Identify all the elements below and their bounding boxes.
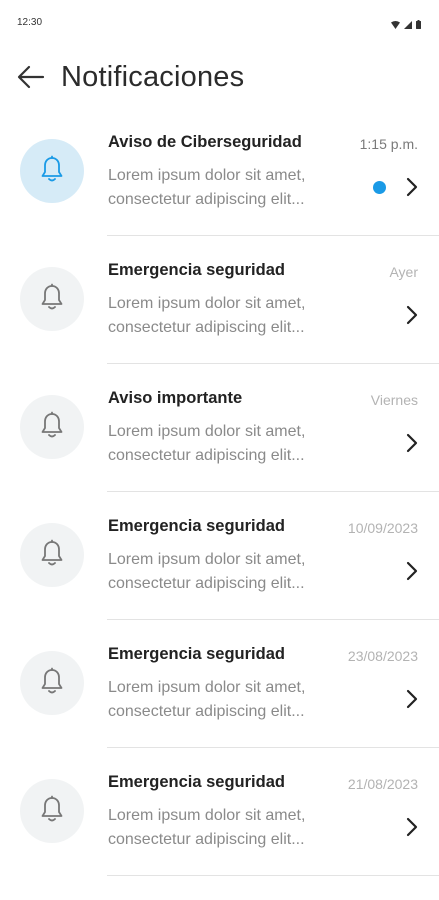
notification-item[interactable]: Emergencia seguridad 23/08/2023 Lorem ipsu… [0,620,439,748]
notification-time: 1:15 p.m. [359,136,418,152]
notification-body: Lorem ipsum dolor sit amet, consectetur a… [108,164,353,212]
divider [107,875,439,876]
notification-body-line: Lorem ipsum dolor sit amet, [108,167,306,184]
chevron-right-icon[interactable] [401,557,423,585]
notification-avatar [20,395,84,459]
notification-avatar [20,267,84,331]
notification-item[interactable]: Emergencia seguridad 10/09/2023 Lorem ipsu… [0,492,439,620]
battery-icon [416,16,421,34]
notification-body: Lorem ipsum dolor sit amet, consectetur a… [108,420,353,468]
notification-avatar [20,651,84,715]
chevron-right-icon[interactable] [401,685,423,713]
notification-body-line: Lorem ipsum dolor sit amet, [108,423,306,440]
notification-time: 21/08/2023 [347,776,418,792]
notification-body-line: consectetur adipiscing elit... [108,703,305,720]
wifi-icon [391,16,400,34]
notification-body: Lorem ipsum dolor sit amet, consectetur a… [108,804,353,852]
notification-item[interactable]: Emergencia seguridad Ayer Lorem ipsum dolo… [0,236,439,364]
notification-body-line: Lorem ipsum dolor sit amet, [108,295,306,312]
status-bar: 12:30 [0,0,439,40]
notification-body-line: consectetur adipiscing elit... [108,575,305,592]
chevron-right-icon[interactable] [401,301,423,329]
notification-title: Aviso importante [108,389,243,407]
app-bar: Notificaciones [0,50,439,108]
notification-body: Lorem ipsum dolor sit amet, consectetur a… [108,676,353,724]
notification-avatar [20,523,84,587]
notification-body-line: consectetur adipiscing elit... [108,319,305,336]
signal-icon [404,16,412,34]
notification-item[interactable]: Aviso de Ciberseguridad 1:15 p.m. Lorem ip… [0,108,439,236]
notification-body-line: consectetur adipiscing elit... [108,831,305,848]
notification-body: Lorem ipsum dolor sit amet, consectetur a… [108,548,353,596]
bell-icon [40,155,64,188]
chevron-right-icon[interactable] [401,173,423,201]
arrow-left-icon [17,65,45,94]
notification-body-line: Lorem ipsum dolor sit amet, [108,679,306,696]
chevron-right-icon[interactable] [401,429,423,457]
bell-icon [40,539,64,572]
bell-icon [40,411,64,444]
notification-list: Aviso de Ciberseguridad 1:15 p.m. Lorem ip… [0,108,439,876]
notification-item[interactable]: Emergencia seguridad 21/08/2023 Lorem ipsu… [0,748,439,876]
notification-title: Emergencia seguridad [108,517,285,535]
notification-time: Viernes [370,392,418,408]
notification-body-line: Lorem ipsum dolor sit amet, [108,807,306,824]
notification-time: 10/09/2023 [347,520,418,536]
notification-body-line: consectetur adipiscing elit... [108,191,305,208]
notification-title: Emergencia seguridad [108,261,285,279]
notification-body-line: consectetur adipiscing elit... [108,447,305,464]
bell-icon [40,667,64,700]
status-icons [391,16,421,34]
notification-item[interactable]: Aviso importante Viernes Lorem ipsum dolor… [0,364,439,492]
notification-avatar [20,139,84,203]
bell-icon [40,283,64,316]
status-time: 12:30 [17,17,43,28]
unread-dot [373,181,386,194]
back-button[interactable] [16,64,46,94]
notification-title: Emergencia seguridad [108,773,285,791]
notification-title: Aviso de Ciberseguridad [108,133,302,151]
notification-avatar [20,779,84,843]
chevron-right-icon[interactable] [401,813,423,841]
notification-time: 23/08/2023 [347,648,418,664]
notification-time: Ayer [389,264,418,280]
notification-title: Emergencia seguridad [108,645,285,663]
bell-icon [40,795,64,828]
notification-body-line: Lorem ipsum dolor sit amet, [108,551,306,568]
page-title: Notificaciones [61,61,245,93]
notification-body: Lorem ipsum dolor sit amet, consectetur a… [108,292,353,340]
